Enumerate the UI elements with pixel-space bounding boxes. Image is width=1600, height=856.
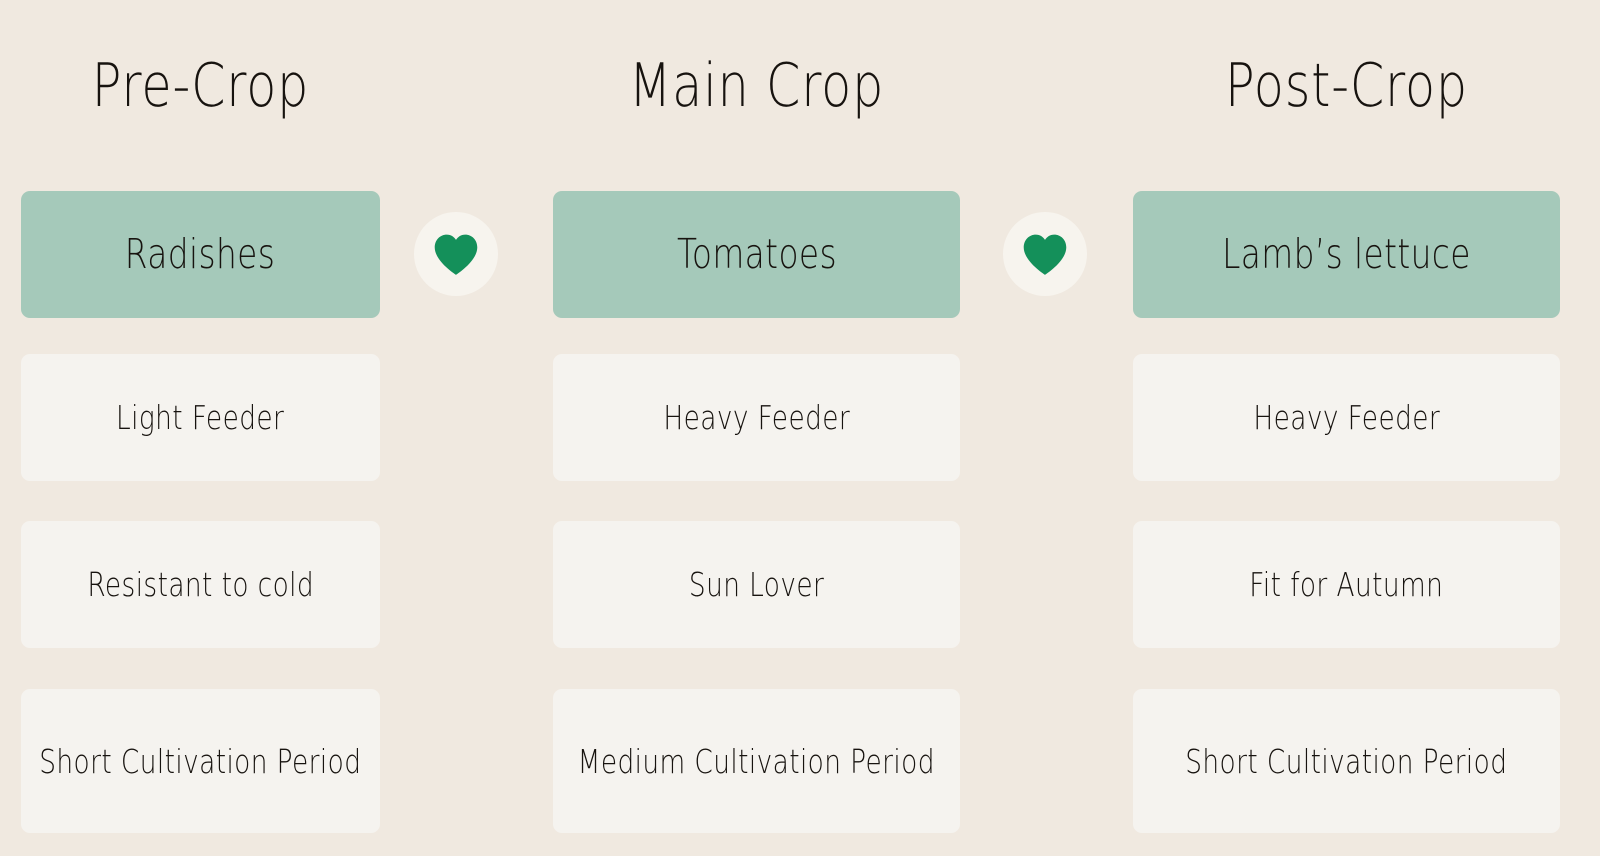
column-header-pre-crop: Pre-Crop: [91, 51, 310, 121]
attribute-card-label: Medium Cultivation Period: [577, 741, 936, 781]
crop-card-post-crop[interactable]: Lamb’s lettuce: [1133, 191, 1560, 318]
attribute-card-feeder[interactable]: Light Feeder: [21, 354, 380, 481]
column-pre-crop: Pre-Crop Radishes Light Feeder Resistant…: [21, 0, 380, 856]
attribute-card-label: Fit for Autumn: [1249, 565, 1444, 604]
attribute-card-feeder[interactable]: Heavy Feeder: [1133, 354, 1560, 481]
column-main-crop: Main Crop Tomatoes Heavy Feeder Sun Love…: [553, 0, 960, 856]
crop-rotation-board: Pre-Crop Radishes Light Feeder Resistant…: [0, 0, 1600, 856]
attribute-card-cultivation-period[interactable]: Medium Cultivation Period: [553, 689, 960, 833]
column-header-main-crop: Main Crop: [628, 51, 885, 121]
attribute-card-climate[interactable]: Resistant to cold: [21, 521, 380, 648]
attribute-card-feeder[interactable]: Heavy Feeder: [553, 354, 960, 481]
connector-badge-pre-to-main: [414, 212, 498, 296]
attribute-card-label: Heavy Feeder: [1253, 398, 1440, 437]
connector-badge-main-to-post: [1003, 212, 1087, 296]
attribute-card-climate[interactable]: Fit for Autumn: [1133, 521, 1560, 648]
attribute-card-cultivation-period[interactable]: Short Cultivation Period: [21, 689, 380, 833]
column-header-post-crop: Post-Crop: [1225, 51, 1468, 121]
crop-card-label: Lamb’s lettuce: [1222, 230, 1471, 278]
heart-icon: [434, 234, 478, 275]
attribute-card-climate[interactable]: Sun Lover: [553, 521, 960, 648]
attribute-card-label: Short Cultivation Period: [39, 741, 362, 781]
attribute-card-label: Light Feeder: [116, 398, 285, 437]
attribute-card-label: Short Cultivation Period: [1185, 741, 1508, 781]
column-post-crop: Post-Crop Lamb’s lettuce Heavy Feeder Fi…: [1133, 0, 1560, 856]
attribute-card-label: Resistant to cold: [87, 565, 314, 604]
crop-card-main-crop[interactable]: Tomatoes: [553, 191, 960, 318]
attribute-card-cultivation-period[interactable]: Short Cultivation Period: [1133, 689, 1560, 833]
heart-icon: [1023, 234, 1067, 275]
crop-card-label: Radishes: [125, 230, 276, 278]
crop-card-pre-crop[interactable]: Radishes: [21, 191, 380, 318]
crop-card-label: Tomatoes: [676, 230, 837, 278]
attribute-card-label: Heavy Feeder: [663, 398, 850, 437]
attribute-card-label: Sun Lover: [688, 565, 825, 604]
